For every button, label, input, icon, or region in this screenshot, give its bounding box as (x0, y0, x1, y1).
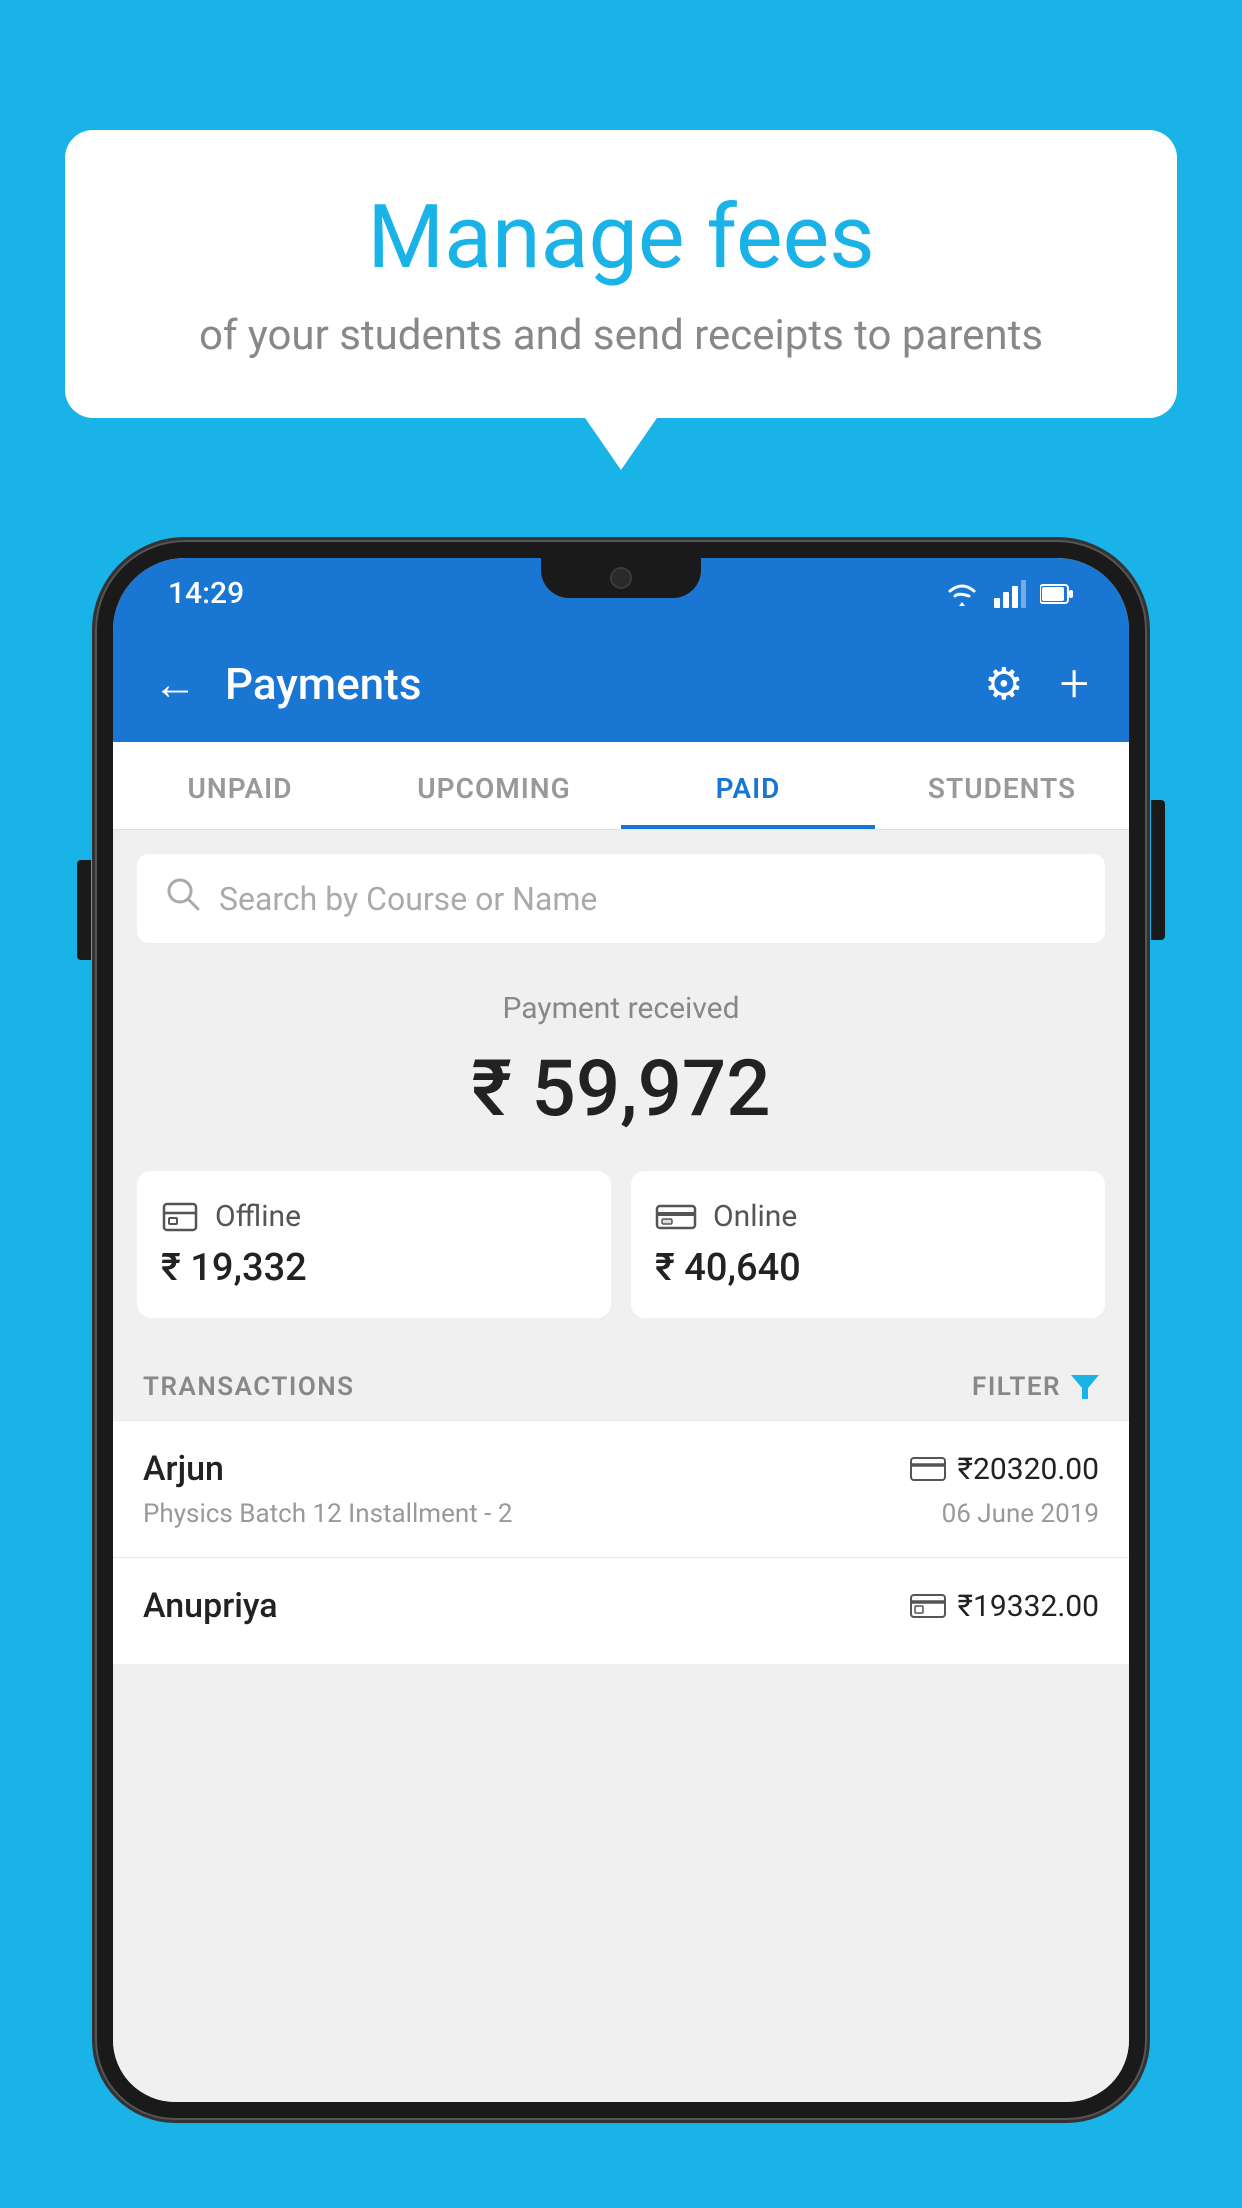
online-card: Online ₹ 40,640 (631, 1171, 1105, 1318)
transaction-amount-2: ₹19332.00 (958, 1589, 1099, 1624)
online-label: Online (713, 1199, 797, 1234)
add-icon[interactable]: + (1060, 653, 1089, 714)
speech-bubble: Manage fees of your students and send re… (65, 130, 1177, 418)
tab-paid[interactable]: PAID (621, 742, 875, 829)
online-icon (655, 1201, 697, 1233)
offline-icon (161, 1200, 199, 1234)
phone-mockup: 14:29 (95, 540, 1147, 2208)
content-area: Search by Course or Name Payment receive… (113, 830, 1129, 2102)
battery-icon (1040, 583, 1074, 605)
payment-cards: Offline ₹ 19,332 (113, 1171, 1129, 1348)
transaction-name-1: Arjun (143, 1449, 224, 1489)
app-bar-title: Payments (225, 658, 984, 710)
transaction-name-2: Anupriya (143, 1586, 278, 1626)
payment-received-section: Payment received ₹ 59,972 (113, 943, 1129, 1171)
transaction-amount-wrap-1: ₹20320.00 (910, 1452, 1099, 1487)
filter-icon (1071, 1373, 1099, 1401)
app-bar-actions: ⚙ + (984, 653, 1089, 714)
tab-unpaid[interactable]: UNPAID (113, 742, 367, 829)
transaction-detail-1: Physics Batch 12 Installment - 2 (143, 1499, 512, 1529)
phone-outer: 14:29 (95, 540, 1147, 2120)
transaction-top-1: Arjun ₹20320.00 (143, 1449, 1099, 1489)
transactions-label: TRANSACTIONS (143, 1372, 355, 1402)
payment-label: Payment received (137, 991, 1105, 1026)
search-bar[interactable]: Search by Course or Name (137, 854, 1105, 943)
back-button[interactable]: ← (153, 658, 197, 710)
search-placeholder: Search by Course or Name (219, 880, 597, 918)
settings-icon[interactable]: ⚙ (984, 658, 1023, 710)
transaction-bottom-1: Physics Batch 12 Installment - 2 06 June… (143, 1499, 1099, 1529)
transaction-top-2: Anupriya ₹19332.00 (143, 1586, 1099, 1626)
offline-amount: ₹ 19,332 (161, 1246, 587, 1290)
online-amount: ₹ 40,640 (655, 1246, 1081, 1290)
status-time: 14:29 (168, 576, 244, 611)
transaction-date-1: 06 June 2019 (942, 1499, 1099, 1529)
transaction-amount-wrap-2: ₹19332.00 (910, 1589, 1099, 1624)
app-bar: ← Payments ⚙ + (113, 625, 1129, 742)
phone-notch (541, 558, 701, 598)
tab-upcoming[interactable]: UPCOMING (367, 742, 621, 829)
transaction-row-2[interactable]: Anupriya ₹19332.00 (113, 1557, 1129, 1664)
wifi-icon (944, 580, 980, 608)
tabs-container: UNPAID UPCOMING PAID STUDENTS (113, 742, 1129, 830)
search-icon (165, 876, 201, 921)
bubble-title: Manage fees (125, 190, 1117, 287)
offline-card: Offline ₹ 19,332 (137, 1171, 611, 1318)
filter-label: FILTER (972, 1372, 1061, 1402)
payment-type-icon-1 (910, 1456, 946, 1482)
transaction-amount-1: ₹20320.00 (958, 1452, 1099, 1487)
bubble-subtitle: of your students and send receipts to pa… (125, 309, 1117, 364)
tab-students[interactable]: STUDENTS (875, 742, 1129, 829)
signal-icon (994, 580, 1026, 608)
front-camera (610, 567, 632, 589)
payment-type-icon-2 (910, 1593, 946, 1619)
transaction-row-1[interactable]: Arjun ₹20320.00 Physics B (113, 1420, 1129, 1557)
speech-bubble-container: Manage fees of your students and send re… (65, 130, 1177, 418)
payment-amount: ₹ 59,972 (137, 1044, 1105, 1135)
offline-label: Offline (215, 1199, 301, 1234)
transactions-header: TRANSACTIONS FILTER (113, 1348, 1129, 1420)
filter-button[interactable]: FILTER (972, 1372, 1099, 1402)
phone-screen: 14:29 (113, 558, 1129, 2102)
status-icons (944, 580, 1074, 608)
